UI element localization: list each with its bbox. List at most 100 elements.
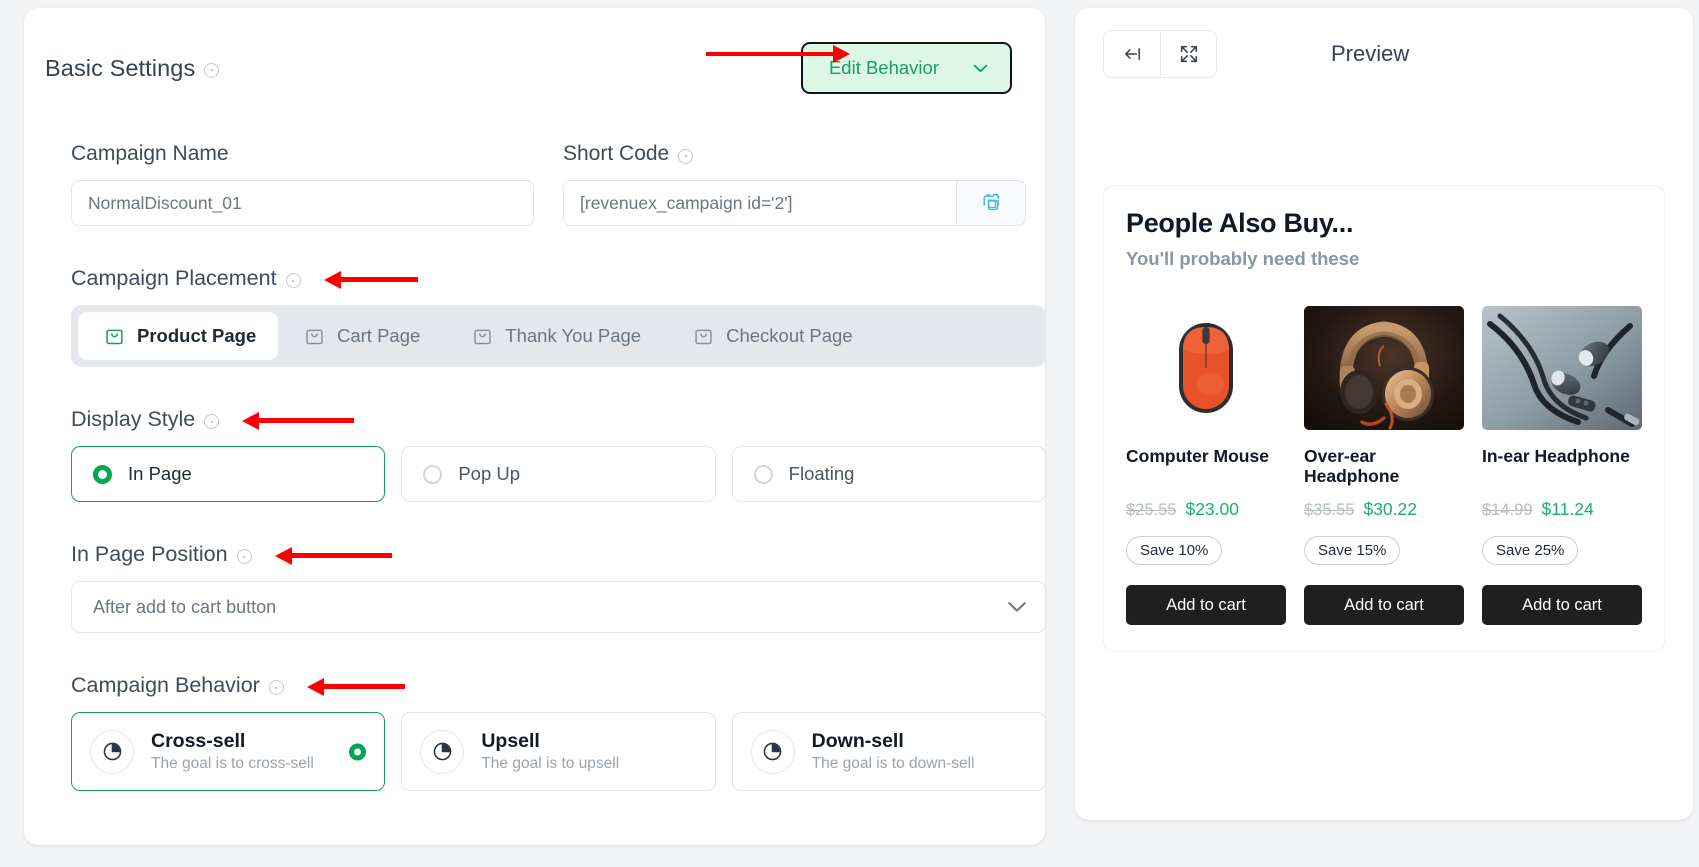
short-code-label-text: Short Code [563, 142, 670, 165]
info-icon[interactable] [236, 549, 252, 564]
tab-thank-you-page-label: Thank You Page [505, 325, 642, 346]
offer-product-list: Computer Mouse $25.55 $23.00 Save 10% Ad… [1126, 306, 1642, 625]
info-icon[interactable] [678, 148, 694, 164]
shopping-bag-icon [306, 329, 323, 344]
product-save-badge: Save 10% [1126, 536, 1223, 565]
settings-header: Basic Settings Edit Behavior [45, 42, 1012, 94]
info-icon[interactable] [285, 273, 301, 288]
pie-chart-icon [90, 729, 134, 774]
radio-selected-icon [349, 743, 367, 760]
expand-fullscreen-button[interactable] [1160, 31, 1216, 77]
info-icon[interactable] [204, 414, 220, 429]
page-title-text: Basic Settings [45, 54, 196, 81]
behavior-option-down-sell[interactable]: Down-sell The goal is to down-sell [731, 712, 1046, 791]
in-page-position-section: In Page Position After add to cart butto… [45, 542, 1046, 633]
campaign-name-input[interactable] [71, 180, 534, 226]
display-style-option-in-page[interactable]: In Page [71, 446, 386, 502]
campaign-placement-label-text: Campaign Placement [71, 266, 277, 290]
annotation-arrow-placement [323, 270, 418, 289]
tab-checkout-page[interactable]: Checkout Page [667, 312, 879, 360]
behavior-option-cross-sell-subtitle: The goal is to cross-sell [151, 755, 314, 772]
campaign-behavior-label: Campaign Behavior [71, 673, 1012, 698]
radio-selected-icon [93, 464, 112, 484]
shopping-bag-icon [106, 329, 123, 344]
display-style-option-pop-up-label: Pop Up [458, 463, 521, 484]
copy-short-code-button[interactable] [956, 180, 1026, 226]
in-page-position-select[interactable]: After add to cart button [71, 581, 1046, 633]
campaign-name-group: Campaign Name [71, 142, 534, 226]
in-page-position-label: In Page Position [71, 542, 1012, 567]
tab-thank-you-page[interactable]: Thank You Page [446, 312, 667, 360]
preview-panel: Preview People Also Buy... You'll probab… [1075, 8, 1693, 820]
behavior-option-cross-sell[interactable]: Cross-sell The goal is to cross-sell [71, 712, 386, 791]
short-code-field [563, 180, 1026, 226]
over-ear-headphone-image [1304, 306, 1464, 430]
shopping-bag-icon [695, 329, 712, 344]
product-price-row: $35.55 $30.22 [1304, 499, 1464, 520]
product-card: In-ear Headphone $14.99 $11.24 Save 25% … [1482, 306, 1642, 625]
radio-unselected-icon [753, 464, 773, 484]
campaign-behavior-label-text: Campaign Behavior [71, 673, 260, 697]
computer-mouse-image [1126, 306, 1286, 430]
tab-product-page[interactable]: Product Page [78, 312, 278, 360]
product-old-price: $25.55 [1126, 501, 1177, 519]
collapse-panel-button[interactable] [1104, 31, 1160, 77]
campaign-behavior-options: Cross-sell The goal is to cross-sell Ups… [71, 712, 1046, 791]
add-to-cart-button[interactable]: Add to cart [1126, 585, 1286, 625]
shopping-bag-icon [474, 329, 491, 344]
offer-subheading: You'll probably need these [1126, 248, 1360, 269]
in-page-position-value: After add to cart button [93, 596, 277, 617]
page-title: Basic Settings [45, 54, 220, 82]
basic-settings-panel: Basic Settings Edit Behavior Campaign Na… [24, 8, 1046, 845]
tab-product-page-label: Product Page [137, 325, 257, 346]
pie-chart-icon [420, 729, 465, 774]
in-page-position-label-text: In Page Position [71, 542, 228, 566]
add-to-cart-button[interactable]: Add to cart [1304, 585, 1464, 625]
tab-cart-page[interactable]: Cart Page [278, 312, 446, 360]
behavior-option-upsell[interactable]: Upsell The goal is to upsell [401, 712, 716, 791]
short-code-input[interactable] [563, 180, 956, 226]
campaign-placement-label: Campaign Placement [71, 266, 1012, 291]
product-name: In-ear Headphone [1482, 446, 1630, 466]
expand-fullscreen-icon [1180, 45, 1197, 63]
display-style-option-in-page-label: In Page [128, 463, 192, 484]
info-icon[interactable] [204, 62, 220, 78]
product-price-row: $25.55 $23.00 [1126, 499, 1286, 520]
behavior-option-down-sell-title: Down-sell [811, 730, 904, 752]
campaign-behavior-section: Campaign Behavior Cross-sell The goal is… [45, 673, 1046, 791]
info-icon[interactable] [268, 680, 284, 695]
product-old-price: $14.99 [1482, 501, 1533, 519]
pie-chart-icon [750, 729, 795, 774]
display-style-option-floating[interactable]: Floating [731, 446, 1046, 502]
short-code-group: Short Code [563, 142, 1026, 226]
preview-header: Preview [1103, 30, 1665, 78]
behavior-option-down-sell-text: Down-sell The goal is to down-sell [812, 730, 975, 773]
edit-behavior-button[interactable]: Edit Behavior [800, 42, 1012, 94]
product-new-price: $23.00 [1185, 499, 1239, 519]
display-style-option-pop-up[interactable]: Pop Up [401, 446, 716, 502]
annotation-arrow-display-style [242, 411, 355, 430]
edit-behavior-label: Edit Behavior [828, 57, 939, 78]
tab-checkout-page-label: Checkout Page [726, 325, 853, 346]
display-style-option-floating-label: Floating [788, 463, 855, 484]
preview-title: Preview [1331, 41, 1410, 66]
radio-unselected-icon [423, 464, 443, 484]
product-old-price: $35.55 [1304, 501, 1355, 519]
product-save-badge: Save 15% [1304, 536, 1401, 565]
edit-behavior-area: Edit Behavior [706, 42, 1012, 94]
display-style-label-text: Display Style [71, 407, 196, 431]
fields-row: Campaign Name Short Code [45, 142, 1026, 226]
display-style-section: Display Style In Page Pop Up Floating [45, 407, 1046, 502]
behavior-option-down-sell-subtitle: The goal is to down-sell [811, 755, 975, 772]
display-style-options: In Page Pop Up Floating [71, 446, 1046, 502]
offer-heading: People Also Buy... [1126, 208, 1354, 238]
chevron-down-icon [1008, 602, 1026, 612]
copy-icon [983, 194, 1000, 211]
offer-widget: People Also Buy... You'll probably need … [1103, 185, 1665, 652]
campaign-name-label-text: Campaign Name [71, 142, 229, 165]
placement-tabs: Product Page Cart Page Thank You Page Ch… [71, 305, 1046, 367]
short-code-label: Short Code [563, 142, 1026, 166]
behavior-option-upsell-title: Upsell [481, 730, 540, 752]
app-root: Basic Settings Edit Behavior Campaign Na… [0, 0, 1699, 867]
add-to-cart-button[interactable]: Add to cart [1482, 585, 1642, 625]
